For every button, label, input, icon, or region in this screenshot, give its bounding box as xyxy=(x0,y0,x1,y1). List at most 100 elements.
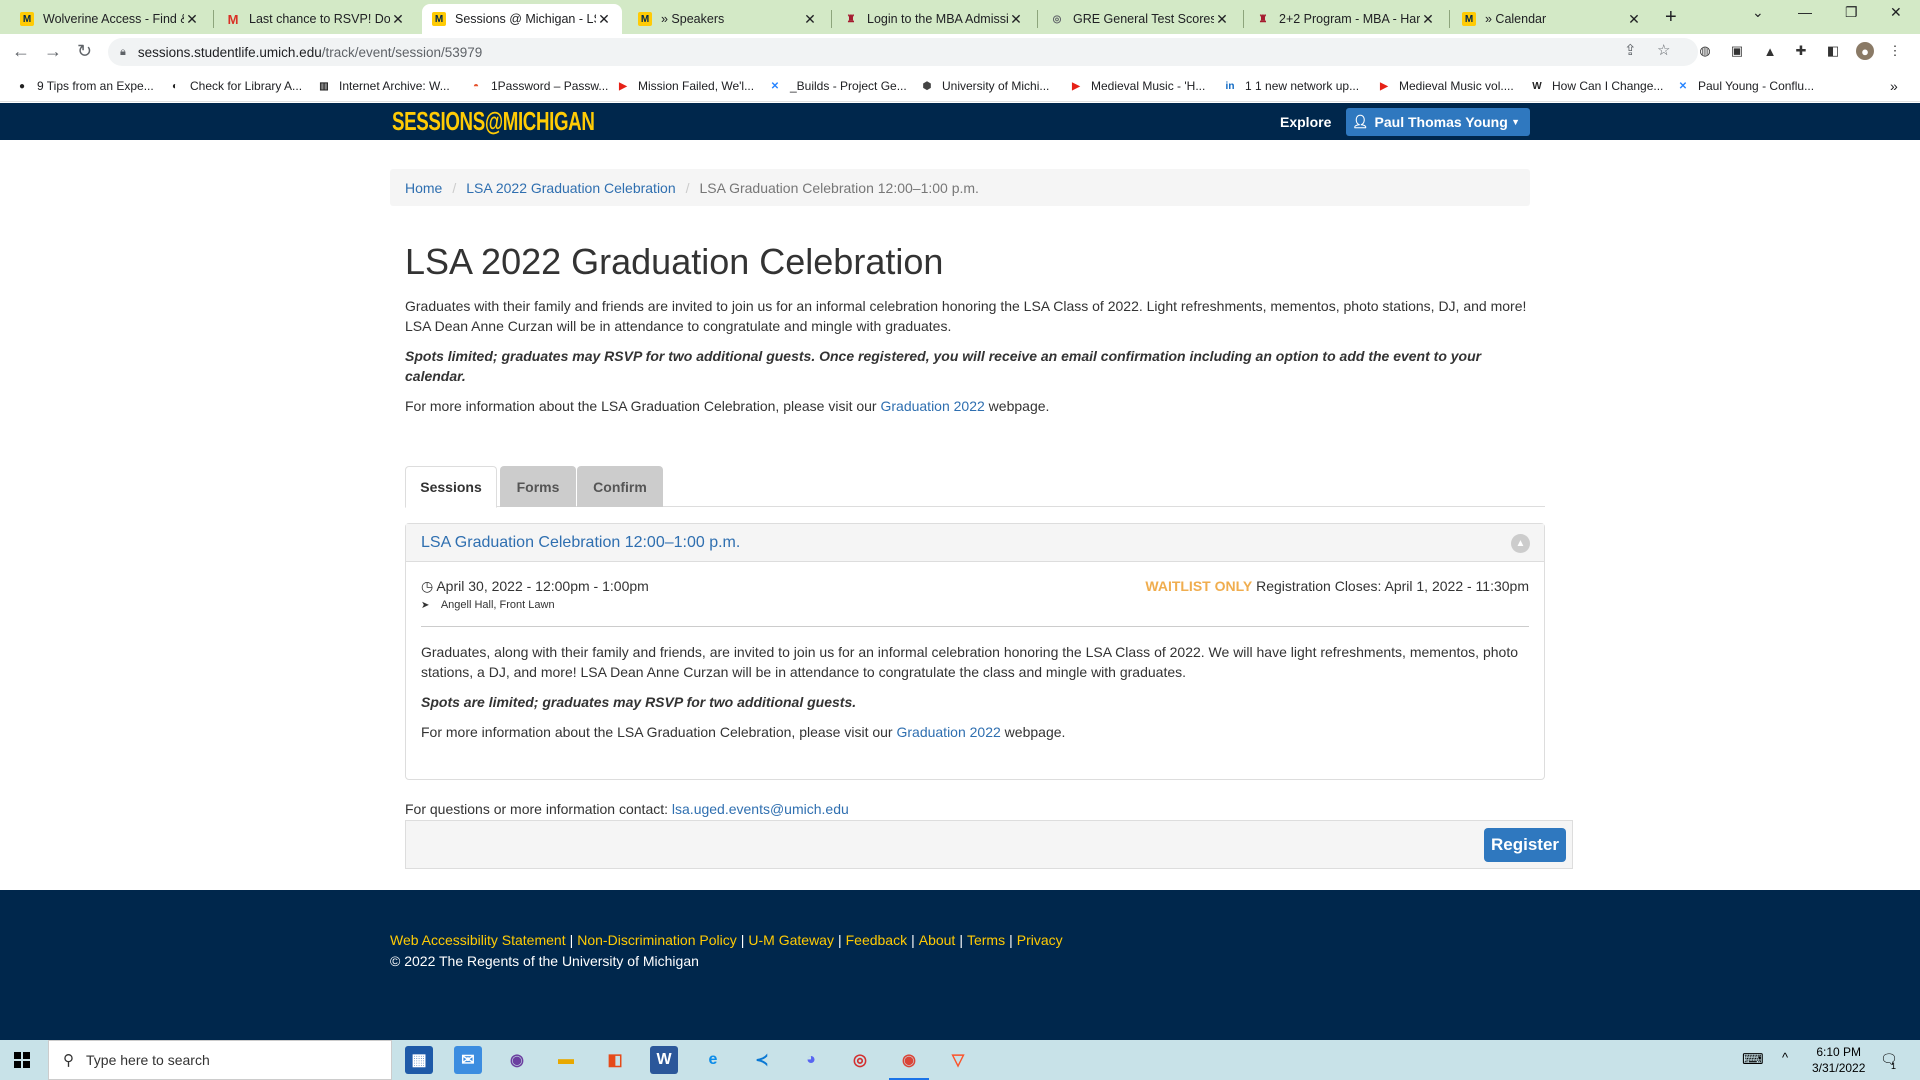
forward-icon[interactable]: → xyxy=(44,41,62,62)
tab-close-icon[interactable]: ✕ xyxy=(596,11,612,28)
taskbar-app-icon[interactable]: ◉ xyxy=(503,1046,531,1074)
session-graduation-2022-link[interactable]: Graduation 2022 xyxy=(896,724,1000,740)
share-icon[interactable]: ⇪ xyxy=(1624,41,1637,59)
bookmark-item[interactable]: ▶ Mission Failed, We'l... xyxy=(615,78,754,94)
extension-icon-1[interactable]: ◍ xyxy=(1696,42,1714,60)
taskbar-app-red-icon[interactable]: ◎ xyxy=(846,1046,874,1074)
tab-search-icon[interactable]: ⌄ xyxy=(1752,4,1764,21)
footer-link-accessibility[interactable]: Web Accessibility Statement xyxy=(390,932,566,948)
minimize-button[interactable]: — xyxy=(1798,4,1812,20)
bookmark-item[interactable]: ▶ Medieval Music vol.... xyxy=(1376,78,1514,94)
chevron-up-icon[interactable]: ▲ xyxy=(1511,534,1530,553)
tab-close-icon[interactable]: ✕ xyxy=(1008,11,1024,28)
address-bar-row: ← → ↻ 🔒︎ sessions.studentlife.umich.edu/… xyxy=(0,34,1920,70)
taskbar-search[interactable]: ⚲ Type here to search xyxy=(48,1040,392,1080)
bookmark-item[interactable]: ◓ 1Password – Passw... xyxy=(468,78,608,94)
tab-separator xyxy=(831,10,832,28)
browser-tab[interactable]: ♜ Login to the MBA Admissi ✕ xyxy=(834,4,1034,34)
bookmark-item[interactable]: ▶ Medieval Music - 'H... xyxy=(1068,78,1205,94)
breadcrumb-event[interactable]: LSA 2022 Graduation Celebration xyxy=(466,180,675,196)
taskbar-search-placeholder: Type here to search xyxy=(86,1052,210,1068)
tab-favicon: M xyxy=(638,12,652,26)
extension-icon-3[interactable]: ▲ xyxy=(1761,42,1779,60)
explore-link[interactable]: Explore xyxy=(1280,114,1331,130)
browser-tab[interactable]: M » Speakers ✕ xyxy=(628,4,828,34)
taskbar-chrome-icon[interactable]: ◉ xyxy=(889,1046,929,1080)
bookmark-favicon: W xyxy=(1532,80,1542,92)
divider xyxy=(421,626,1529,627)
browser-tab[interactable]: ◎ GRE General Test Scores (F✕ xyxy=(1040,4,1240,34)
browser-menu-icon[interactable]: ⋮ xyxy=(1886,42,1904,60)
session-panel-header[interactable]: LSA Graduation Celebration 12:00–1:00 p.… xyxy=(406,524,1544,562)
url-text: sessions.studentlife.umich.edu/track/eve… xyxy=(137,44,483,60)
bookmark-item[interactable]: ✕ _Builds - Project Ge... xyxy=(767,78,907,94)
tab-forms[interactable]: Forms xyxy=(500,466,576,507)
new-tab-button[interactable]: + xyxy=(1665,6,1677,29)
search-icon: ⚲ xyxy=(63,1052,74,1069)
taskbar-vscode-icon[interactable]: ≺ xyxy=(748,1046,776,1074)
bookmark-label: Check for Library A... xyxy=(190,79,303,93)
extensions-puzzle-icon[interactable]: ✚ xyxy=(1792,42,1810,60)
tab-close-icon[interactable]: ✕ xyxy=(1626,11,1642,28)
footer-link-privacy[interactable]: Privacy xyxy=(1017,932,1063,948)
taskbar-mail-icon[interactable]: ✉ xyxy=(454,1046,482,1074)
breadcrumb-home[interactable]: Home xyxy=(405,180,442,196)
bookmark-star-icon[interactable]: ☆ xyxy=(1657,41,1670,59)
sidebar-icon[interactable]: ◧ xyxy=(1824,42,1842,60)
contact-email-link[interactable]: lsa.uged.events@umich.edu xyxy=(672,801,849,817)
tab-close-icon[interactable]: ✕ xyxy=(802,11,818,28)
bookmark-item[interactable]: in 1 1 new network up... xyxy=(1222,78,1360,94)
taskbar-brave-icon[interactable]: ▽ xyxy=(944,1046,972,1074)
tab-close-icon[interactable]: ✕ xyxy=(184,11,200,28)
taskbar-app-store-icon[interactable]: ▦ xyxy=(405,1046,433,1074)
browser-tab[interactable]: M Wolverine Access - Find & ✕ xyxy=(10,4,210,34)
bookmark-item[interactable]: W How Can I Change... xyxy=(1529,78,1663,94)
bookmark-favicon: ⬢ xyxy=(922,80,932,92)
taskbar-clock[interactable]: 6:10 PM 3/31/2022 xyxy=(1812,1044,1865,1076)
browser-tab[interactable]: ♜ 2+2 Program - MBA - Har ✕ xyxy=(1246,4,1446,34)
browser-tab[interactable]: M Last chance to RSVP! Don't ✕ xyxy=(216,4,416,34)
tab-close-icon[interactable]: ✕ xyxy=(1214,11,1230,28)
register-button[interactable]: Register xyxy=(1484,828,1566,862)
url-bar[interactable]: 🔒︎ sessions.studentlife.umich.edu/track/… xyxy=(108,38,1698,66)
bookmark-item[interactable]: ⬢ University of Michi... xyxy=(919,78,1050,94)
breadcrumb-separator: / xyxy=(685,179,690,196)
restore-button[interactable]: ❐ xyxy=(1845,4,1858,21)
tab-sessions[interactable]: Sessions xyxy=(405,466,497,508)
footer-link-nondiscrimination[interactable]: Non-Discrimination Policy xyxy=(577,932,737,948)
graduation-2022-link[interactable]: Graduation 2022 xyxy=(880,398,984,414)
footer-link-terms[interactable]: Terms xyxy=(967,932,1005,948)
bookmark-favicon: ◐ xyxy=(171,80,179,92)
tray-chevron-up-icon[interactable]: ^ xyxy=(1782,1050,1788,1065)
bookmarks-overflow-icon[interactable]: » xyxy=(1890,78,1898,94)
bookmark-item[interactable]: ✕ Paul Young - Conflu... xyxy=(1675,78,1814,94)
bookmark-item[interactable]: ▥ Internet Archive: W... xyxy=(316,78,449,94)
taskbar-office-icon[interactable]: ◧ xyxy=(601,1046,629,1074)
lock-icon[interactable]: 🔒︎ xyxy=(120,46,126,59)
user-menu-button[interactable]: 👤︎ Paul Thomas Young ▼ xyxy=(1346,108,1530,136)
extension-icon-2[interactable]: ▣ xyxy=(1728,42,1746,60)
bookmark-item[interactable]: ◐ Check for Library A... xyxy=(167,78,302,94)
footer-link-feedback[interactable]: Feedback xyxy=(846,932,907,948)
browser-tab[interactable]: M » Calendar ✕ xyxy=(1452,4,1652,34)
sessions-michigan-logo[interactable]: SESSIONS@MICHIGAN xyxy=(392,106,595,137)
taskbar-edge-icon[interactable]: e xyxy=(699,1046,727,1074)
footer-link-about[interactable]: About xyxy=(919,932,956,948)
taskbar-file-explorer-icon[interactable]: ▬ xyxy=(552,1046,580,1074)
taskbar-word-icon[interactable]: W xyxy=(650,1046,678,1074)
back-icon[interactable]: ← xyxy=(12,41,30,62)
close-window-button[interactable]: ✕ xyxy=(1890,4,1902,21)
taskbar-discord-icon[interactable]: ◕ xyxy=(797,1046,825,1074)
browser-tab[interactable]: M Sessions @ Michigan - LSA ✕ xyxy=(422,4,622,34)
reload-icon[interactable]: ↻ xyxy=(77,41,92,62)
session-title[interactable]: LSA Graduation Celebration 12:00–1:00 p.… xyxy=(421,534,740,552)
profile-avatar[interactable]: ● xyxy=(1856,42,1874,60)
footer-link-um-gateway[interactable]: U-M Gateway xyxy=(748,932,834,948)
tab-close-icon[interactable]: ✕ xyxy=(1420,11,1436,28)
windows-start-icon[interactable] xyxy=(14,1052,30,1068)
windows-taskbar: ⚲ Type here to search ▦ ✉ ◉ ▬ ◧ W e ≺ ◕ … xyxy=(0,1040,1920,1080)
bookmark-item[interactable]: ● 9 Tips from an Expe... xyxy=(14,78,154,94)
tab-close-icon[interactable]: ✕ xyxy=(390,11,406,28)
tab-confirm[interactable]: Confirm xyxy=(577,466,663,507)
keyboard-icon[interactable]: ⌨ xyxy=(1742,1050,1764,1068)
